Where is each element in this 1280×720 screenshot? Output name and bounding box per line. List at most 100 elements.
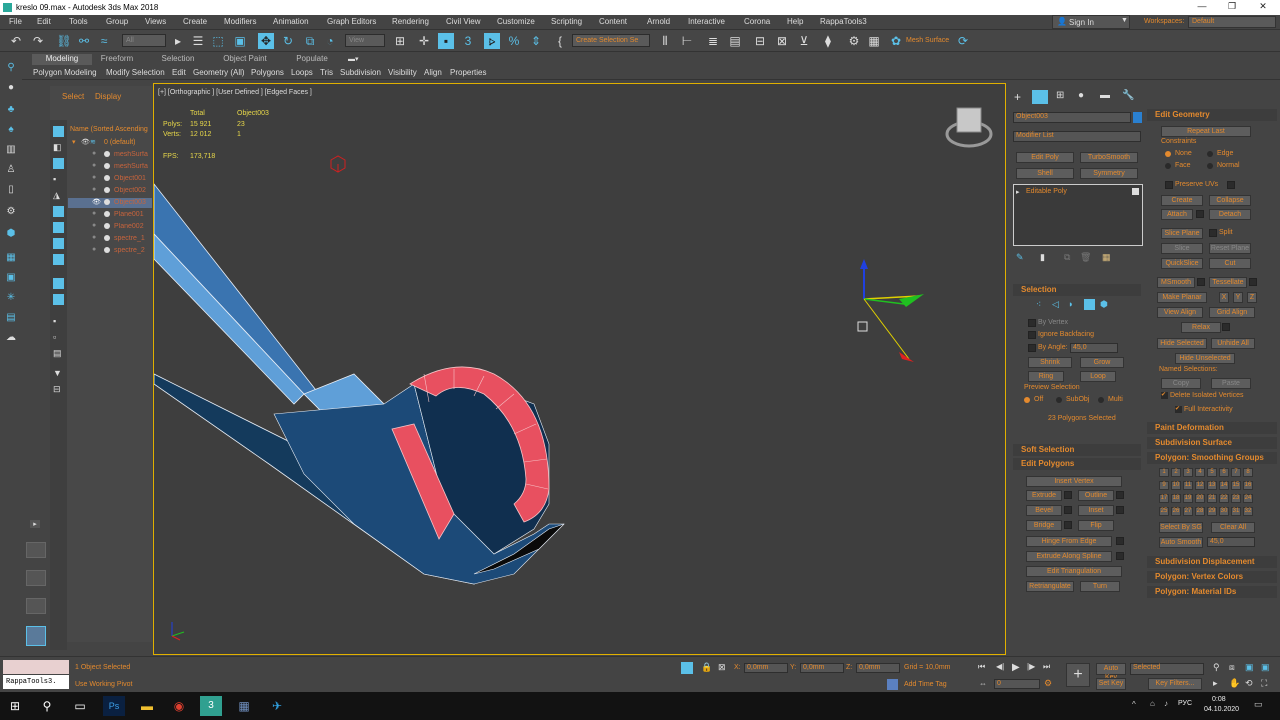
subtab-polygon-modeling[interactable]: Polygon Modeling [33, 68, 97, 77]
quickslice-button[interactable]: QuickSlice [1161, 258, 1203, 269]
expand-arrow-icon[interactable]: ▸ [30, 520, 40, 528]
notifications-icon[interactable]: ▭ [1254, 699, 1263, 710]
loop-button[interactable]: Loop [1080, 371, 1116, 382]
image-viewer-icon[interactable]: ▦ [233, 696, 255, 716]
list-item[interactable]: 👁 Object003 [68, 198, 152, 208]
list-item[interactable]: ● meshSurfa [68, 150, 152, 160]
set-key-button[interactable]: Set Key [1096, 678, 1126, 690]
list-item[interactable]: ● meshSurfa [68, 162, 152, 172]
attach-settings-icon[interactable] [1196, 210, 1204, 218]
smoothing-group-button[interactable]: 23 [1231, 494, 1241, 503]
list-item[interactable]: ▾ 👁 ≋ 0 (default) [68, 138, 152, 148]
extrude-along-spline-button[interactable]: Extrude Along Spline [1026, 551, 1112, 562]
curve-editor-icon[interactable]: ⊟ [752, 33, 768, 49]
undo-icon[interactable]: ↶ [8, 33, 24, 49]
menu-modifiers[interactable]: Modifiers [224, 17, 256, 26]
filter-shapes-icon[interactable]: ◧ [53, 142, 64, 153]
edge-mode-icon[interactable]: ◁ [1052, 299, 1059, 310]
workspace-dropdown[interactable]: Default [1188, 16, 1276, 28]
placement-icon[interactable]: ◔ [322, 33, 338, 49]
relax-button[interactable]: Relax [1181, 322, 1221, 333]
smoothing-group-button[interactable]: 27 [1183, 507, 1193, 516]
angle-spinner[interactable]: 45,0 [1070, 343, 1118, 353]
filter-cameras-icon[interactable]: ▪ [53, 174, 64, 185]
selection-rollout-header[interactable]: Selection [1013, 284, 1141, 296]
rotate-icon[interactable]: ↻ [280, 33, 296, 49]
list-item[interactable]: ● Object002 [68, 186, 152, 196]
viewport-layout-3[interactable] [26, 598, 46, 614]
full-interactivity-checkbox[interactable]: ✔ [1175, 406, 1182, 413]
visibility-dot-icon[interactable]: ● [92, 234, 96, 241]
smoothing-group-button[interactable]: 16 [1243, 481, 1253, 490]
smoothing-groups-rollout-header[interactable]: Polygon: Smoothing Groups [1147, 452, 1277, 464]
smoothing-group-button[interactable]: 25 [1159, 507, 1169, 516]
edit-named-sel-icon[interactable]: { [552, 33, 568, 49]
viewport-layout-active[interactable] [26, 626, 46, 646]
preserve-uvs-settings-icon[interactable] [1227, 181, 1235, 189]
key-filters-button[interactable]: Key Filters... [1148, 678, 1202, 690]
smoothing-group-button[interactable]: 28 [1195, 507, 1205, 516]
render-setup-icon[interactable]: ⧫ [820, 33, 836, 49]
subdivision-surface-rollout-header[interactable]: Subdivision Surface [1147, 437, 1277, 449]
vertex-colors-rollout-header[interactable]: Polygon: Vertex Colors [1147, 571, 1277, 583]
tessellate-settings-icon[interactable] [1249, 278, 1257, 286]
make-planar-button[interactable]: Make Planar [1157, 292, 1207, 303]
panel-icon[interactable]: ▤ [4, 312, 18, 326]
y-coordinate-input[interactable]: 0,0mm [800, 663, 844, 673]
maximize-icon[interactable]: ❐ [1217, 1, 1247, 12]
object-color-swatch[interactable] [1133, 112, 1142, 123]
visibility-dot-icon[interactable]: ● [92, 222, 96, 229]
turbosmooth-button[interactable]: TurboSmooth [1080, 152, 1138, 163]
snap-3d-icon[interactable]: 3 [460, 33, 476, 49]
list-item[interactable]: ● spectre_2 [68, 246, 152, 256]
material-ids-rollout-header[interactable]: Polygon: Material IDs [1147, 586, 1277, 598]
subtab-subdivision[interactable]: Subdivision [340, 68, 381, 77]
preserve-uvs-checkbox[interactable] [1165, 181, 1173, 189]
smoothing-group-button[interactable]: 3 [1183, 468, 1193, 477]
preview-subobj-radio[interactable] [1056, 397, 1062, 403]
goto-end-icon[interactable]: ⏭ [1043, 662, 1050, 672]
zoom-icon[interactable]: ⚲ [1213, 662, 1220, 673]
grow-button[interactable]: Grow [1080, 357, 1124, 368]
shrink-button[interactable]: Shrink [1028, 357, 1072, 368]
time-tag-icon[interactable] [887, 679, 898, 690]
view-align-button[interactable]: View Align [1157, 307, 1203, 318]
close-icon[interactable]: ✕ [1248, 1, 1278, 12]
list-item[interactable]: ● Object001 [68, 174, 152, 184]
select-by-name-icon[interactable]: ☰ [190, 33, 206, 49]
tessellate-button[interactable]: Tessellate [1209, 277, 1247, 288]
menu-content[interactable]: Content [599, 17, 627, 26]
smoothing-group-button[interactable]: 14 [1219, 481, 1229, 490]
utilities-tab-icon[interactable]: 🔧 [1122, 90, 1134, 101]
subtab-visibility[interactable]: Visibility [388, 68, 417, 77]
msmooth-button[interactable]: MSmooth [1157, 277, 1195, 288]
cloud-icon[interactable]: ☁ [4, 332, 18, 346]
door-icon[interactable]: ▯ [4, 184, 18, 198]
smoothing-group-button[interactable]: 30 [1219, 507, 1229, 516]
smoothing-group-button[interactable]: 6 [1219, 468, 1229, 477]
edit-polygons-rollout-header[interactable]: Edit Polygons [1013, 458, 1141, 470]
search-icon[interactable]: ⚲ [36, 696, 58, 716]
isolate-selection-icon[interactable] [681, 662, 693, 674]
viewcube-icon[interactable] [945, 107, 993, 148]
hide-unselected-button[interactable]: Hide Unselected [1175, 353, 1235, 364]
keyboard-shortcut-icon[interactable]: ▪ [438, 33, 454, 49]
stack-item-toggle[interactable] [1132, 188, 1139, 195]
smoothing-group-button[interactable]: 8 [1243, 468, 1253, 477]
visibility-dot-icon[interactable]: ● [92, 174, 96, 181]
configure-sets-icon[interactable]: ▦ [1102, 252, 1111, 263]
absolute-mode-icon[interactable]: ⊠ [718, 662, 726, 673]
smoothing-group-button[interactable]: 17 [1159, 494, 1169, 503]
smoothing-group-button[interactable]: 32 [1243, 507, 1253, 516]
polygon-mode-icon[interactable] [1084, 299, 1095, 310]
show-end-result-icon[interactable]: ▮ [1040, 252, 1045, 263]
soft-selection-rollout-header[interactable]: Soft Selection [1013, 444, 1141, 456]
collapse-button[interactable]: Collapse [1209, 195, 1251, 206]
smoothing-group-button[interactable]: 31 [1231, 507, 1241, 516]
preview-multi-radio[interactable] [1098, 397, 1104, 403]
ignore-backfacing-checkbox[interactable] [1028, 331, 1036, 339]
inset-settings-icon[interactable] [1116, 506, 1124, 514]
subtab-modify-selection[interactable]: Modify Selection [106, 68, 165, 77]
insert-vertex-button[interactable]: Insert Vertex [1026, 476, 1122, 487]
retriangulate-button[interactable]: Retriangulate [1026, 581, 1074, 592]
